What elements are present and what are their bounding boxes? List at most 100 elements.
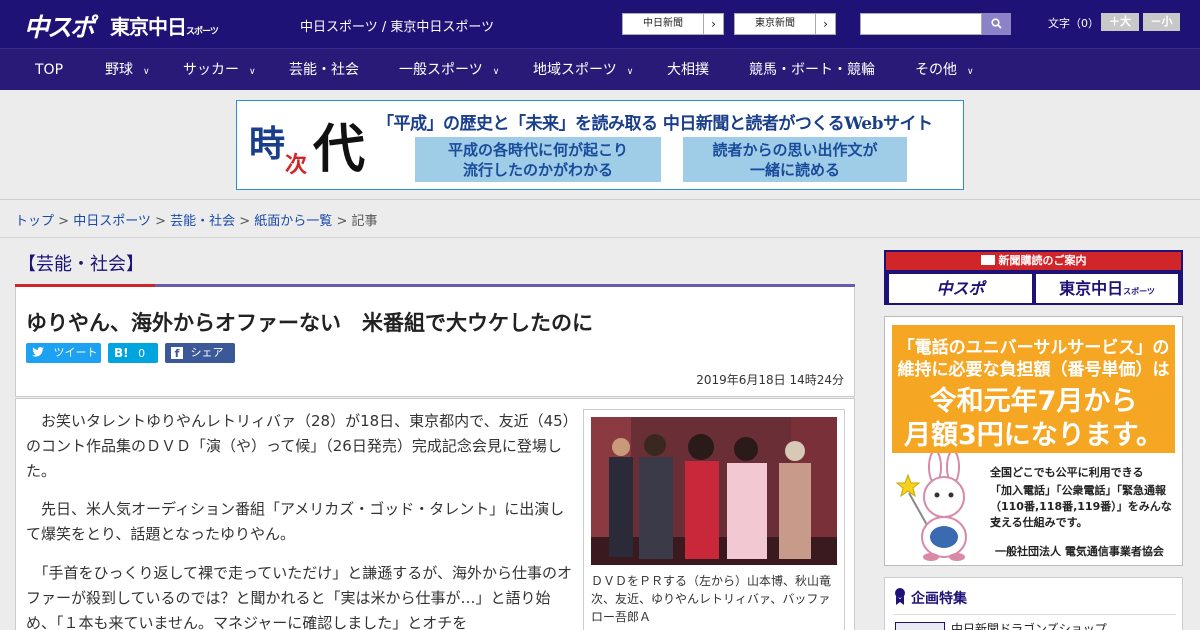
subscription-box[interactable]: 新聞購読のご案内 中スポ 東京中日スポーツ [884,250,1183,305]
chevron-down-icon: ∨ [967,67,974,77]
publish-date: 2019年6月18日 14時24分 [696,373,844,387]
nav-item-other[interactable]: その他 ∨ [915,49,974,91]
chevron-down-icon: ∨ [492,67,500,77]
facebook-icon: f [171,347,183,360]
hatena-icon: B! [114,346,129,360]
subscribe-logo-text: 東京中日 [1059,279,1124,298]
nav-label: 大相撲 [667,62,709,78]
press-conference-photo [591,417,837,565]
chunichi-shimbun-link[interactable]: 中日新聞 › [622,13,724,35]
tokyo-chunichi-sports-logo[interactable]: 東京中日スポーツ [110,11,219,40]
newspaper-icon [980,255,995,265]
breadcrumb-sep: > [150,214,171,229]
nav-item-baseball[interactable]: 野球 ∨ [105,49,150,91]
breadcrumb-paper-list[interactable]: 紙面から一覧 [254,214,332,229]
chevron-right-icon: › [703,14,723,34]
article-photo-figure: ＤＶＤをＰＲする（左から）山本博、秋山竜次、友近、ゆりやんレトリィバァ、バッファ… [583,409,845,630]
category-heading: 【芸能・社会】 [18,254,144,275]
dragons-shop-thumbnail[interactable] [895,622,945,630]
subscription-heading-text: 新聞購読のご案内 [998,254,1087,267]
font-size-label: 文字（0） [1048,17,1099,30]
tweet-button[interactable]: ツイート [26,343,101,363]
banner-headline: 「平成」の歴史と「未来」を読み取る 中日新聞と読者がつくるWebサイト [377,114,933,134]
hatena-bookmark-button[interactable]: B! 0 [108,343,158,363]
banner-feature-2: 読者からの思い出作文が 一緒に読める [683,137,907,182]
breadcrumb-current: 記事 [351,214,378,229]
nav-label: その他 [915,62,957,78]
universal-service-ad[interactable]: 「電話のユニバーサルサービス」の 維持に必要な負担額（番号単価）は 令和元年7月… [884,316,1183,566]
nav-item-sumo[interactable]: 大相撲 [667,49,709,91]
tokyo-shimbun-link[interactable]: 東京新聞 › [734,13,836,35]
article-title: ゆりやん、海外からオファーない 米番組で大ウケしたのに [26,311,593,335]
divider [0,237,1200,238]
paper-link-label: 中日新聞 [643,18,683,29]
chunichi-sports-logo[interactable]: 中スポ [24,8,95,44]
article-paragraph: 先日、米人気オーディション番組「アメリカズ・ゴッド・タレント」に出演して爆笑をと… [26,500,565,543]
search-button[interactable] [982,13,1011,35]
ad-headline-panel: 「電話のユニバーサルサービス」の 維持に必要な負担額（番号単価）は 令和元年7月… [892,325,1175,453]
search-input[interactable] [860,13,982,35]
tokyo-logo-sub: スポーツ [186,27,219,37]
ribbon-icon [895,588,905,605]
chevron-down-icon: ∨ [249,67,256,77]
nav-item-entertainment[interactable]: 芸能・社会 [289,49,359,91]
nav-label: 競馬・ボート・競輪 [749,62,875,78]
article-photo[interactable] [591,417,837,565]
logo-char-tsugi: 次 [285,152,308,178]
ad-line-large: 月額3円になります。 [903,420,1164,451]
top-header: 中スポ 東京中日スポーツ 中日スポーツ / 東京中日スポーツ 中日新聞 › 東京… [0,0,1200,48]
breadcrumb-sep: > [332,214,352,229]
hatena-count: 0 [138,347,146,360]
photo-caption: ＤＶＤをＰＲする（左から）山本博、秋山竜次、友近、ゆりやんレトリィバァ、バッファ… [591,574,832,624]
subscribe-tokyo-chunichi-sports[interactable]: 東京中日スポーツ [1036,274,1178,303]
tweet-label: ツイート [53,346,98,359]
nav-item-top[interactable]: TOP [35,49,63,91]
nav-item-local-sports[interactable]: 地域スポーツ ∨ [533,49,633,91]
chevron-right-icon: › [815,14,835,34]
ad-text: 支える仕組みです。 [990,516,1088,529]
breadcrumb-sep: > [54,214,74,229]
chevron-down-icon: ∨ [626,67,634,77]
nav-label: 地域スポーツ [533,62,617,78]
facebook-count: 0 [174,366,181,379]
article-header: ゆりやん、海外からオファーない 米番組で大ウケしたのに ツイート B! 0 f … [15,287,855,397]
banner-feature-1: 平成の各時代に何が起こり 流行したのかがわかる [415,137,661,182]
nav-item-general-sports[interactable]: 一般スポーツ ∨ [399,49,499,91]
facebook-share-button[interactable]: f シェア 0 [165,343,235,379]
nav-label: 野球 [105,62,133,78]
subscription-heading: 新聞購読のご案内 [886,252,1181,270]
logo-char-ji: 時 [249,123,286,165]
feature-heading: 企画特集 [911,591,967,607]
subscribe-chunichi-sports[interactable]: 中スポ [889,274,1032,303]
article-paragraph: 「手首をひっくり返して裸で走っていただけ」と謙遜するが、海外から仕事のオファーが… [26,564,573,630]
subscribe-logo-sub: スポーツ [1123,287,1155,296]
feature-section: 企画特集 中日新聞ドラゴンズショップ [884,577,1183,630]
nav-label: TOP [35,62,64,78]
facebook-label: シェア [190,346,224,359]
paper-link-label: 東京新聞 [755,18,795,29]
breadcrumb-top[interactable]: トップ [15,214,54,229]
nav-label: サッカー [183,62,239,78]
feature-item-dragons-shop[interactable]: 中日新聞ドラゴンズショップ [951,620,1107,630]
jijidai-banner[interactable]: 時 次 代 「平成」の歴史と「未来」を読み取る 中日新聞と読者がつくるWebサイ… [236,100,964,190]
nav-label: 芸能・社会 [289,62,359,78]
ad-organization: 一般社団法人 電気通信事業者協会 [995,545,1164,558]
ad-text: 全国どこでも公平に利用できる [990,466,1144,479]
ad-text: 「加入電話」「公衆電話」「緊急通報 [990,484,1166,497]
site-title: 中日スポーツ / 東京中日スポーツ [300,20,495,35]
font-size-down-button[interactable]: －小 [1143,13,1180,31]
main-nav: TOP 野球 ∨ サッカー ∨ 芸能・社会 一般スポーツ ∨ 地域スポーツ ∨ 大相撲 … [0,48,1200,90]
font-size-up-button[interactable]: ＋大 [1101,13,1139,31]
tokyo-logo-text: 東京中日 [110,15,187,39]
nav-item-soccer[interactable]: サッカー ∨ [183,49,256,91]
rabbit-mascot-icon [895,453,967,561]
breadcrumb-chunichi-sports[interactable]: 中日スポーツ [73,214,151,229]
breadcrumb-sep: > [235,214,255,229]
nav-item-racing[interactable]: 競馬・ボート・競輪 [749,49,875,91]
article-body: お笑いタレントゆりやんレトリィバァ（28）が18日、東京都内で、友近（45）のコ… [15,398,855,630]
article-paragraph: お笑いタレントゆりやんレトリィバァ（28）が18日、東京都内で、友近（45）のコ… [26,412,571,480]
jijidai-logo: 時 次 代 [245,107,380,185]
breadcrumb-entertainment[interactable]: 芸能・社会 [170,214,235,229]
breadcrumb: トップ > 中日スポーツ > 芸能・社会 > 紙面から一覧 > 記事 [15,210,378,229]
nav-label: 一般スポーツ [399,62,483,78]
